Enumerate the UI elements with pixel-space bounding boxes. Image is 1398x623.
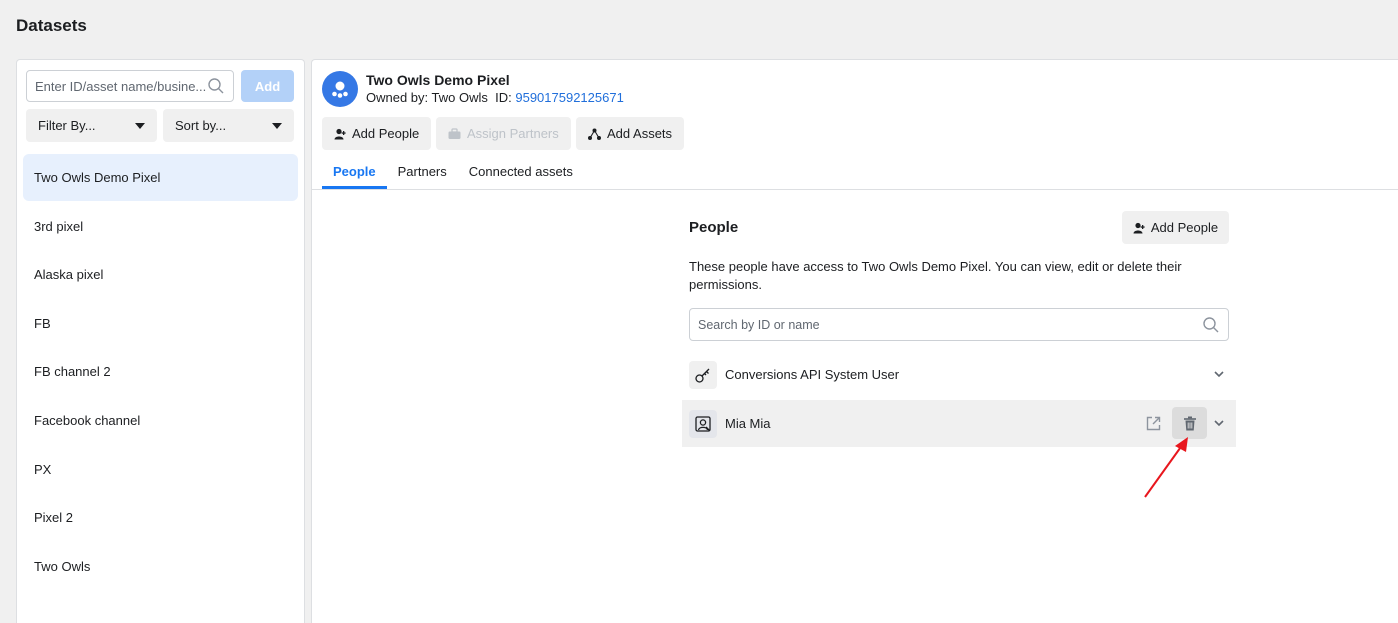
people-search-input[interactable] (698, 317, 1202, 332)
asset-list-item[interactable]: Two Owls (23, 543, 298, 590)
pixel-id-link[interactable]: 959017592125671 (515, 90, 623, 105)
search-icon (208, 78, 224, 94)
id-label: ID: (495, 90, 512, 105)
owner-info: Owned by: Two Owls ID: 959017592125671 (366, 90, 624, 105)
asset-list-item[interactable]: FB channel 2 (23, 348, 298, 395)
tab-partners[interactable]: Partners (387, 160, 458, 189)
annotation-arrow (1144, 437, 1188, 498)
add-assets-button[interactable]: Add Assets (576, 117, 685, 150)
briefcase-icon (448, 127, 461, 139)
add-people-label: Add People (352, 126, 420, 141)
search-icon (1203, 316, 1219, 332)
caret-down-icon (272, 122, 282, 129)
person-badge-icon (689, 409, 717, 438)
filter-dropdown-label: Filter By... (38, 118, 96, 133)
people-description: These people have access to Two Owls Dem… (689, 259, 1182, 292)
asset-list-item[interactable]: 3rd pixel (23, 203, 298, 250)
open-in-new-icon[interactable] (1145, 415, 1162, 432)
sort-dropdown-label: Sort by... (175, 118, 227, 133)
assign-partners-button[interactable]: Assign Partners (436, 117, 571, 150)
pixel-name: Two Owls Demo Pixel (366, 72, 510, 88)
asset-list-item[interactable]: Alaska pixel (23, 251, 298, 298)
asset-list-item[interactable]: Pixel 2 (23, 494, 298, 541)
owned-by-text: Owned by: Two Owls (366, 90, 488, 105)
asset-list-item[interactable]: FB (23, 300, 298, 347)
chevron-down-icon[interactable] (1212, 367, 1226, 381)
detail-tabs: People Partners Connected assets (322, 160, 584, 189)
add-people-button[interactable]: Add People (322, 117, 432, 150)
asset-detail-panel: Two Owls Demo Pixel Owned by: Two Owls I… (311, 59, 1398, 623)
tab-people[interactable]: People (322, 160, 387, 189)
person-name: Conversions API System User (725, 367, 900, 382)
pixel-icon (332, 81, 348, 98)
assets-icon (588, 128, 601, 140)
add-asset-button[interactable]: Add (241, 70, 294, 102)
asset-search-input[interactable] (35, 78, 207, 94)
asset-list-panel: Add Filter By... Sort by... Two Owls Dem… (16, 59, 305, 623)
asset-search-box[interactable] (26, 70, 234, 102)
caret-down-icon (135, 122, 145, 129)
assign-partners-label: Assign Partners (467, 126, 559, 141)
people-search-box[interactable] (689, 308, 1229, 341)
asset-list-item[interactable]: Facebook channel (23, 397, 298, 444)
add-person-icon (1133, 222, 1145, 233)
pixel-avatar (322, 71, 358, 107)
person-row[interactable]: Conversions API System User (682, 351, 1236, 398)
add-person-icon (334, 128, 346, 139)
asset-list-item[interactable]: PX (23, 446, 298, 493)
person-name: Mia Mia (725, 416, 771, 431)
asset-list: Two Owls Demo Pixel 3rd pixel Alaska pix… (23, 154, 298, 591)
filter-dropdown[interactable]: Filter By... (26, 109, 157, 142)
people-section-title: People (689, 219, 739, 236)
tab-connected-assets[interactable]: Connected assets (458, 160, 584, 189)
key-icon (689, 360, 717, 389)
add-assets-label: Add Assets (607, 126, 673, 141)
tab-divider (312, 189, 1398, 190)
asset-list-item[interactable]: Two Owls Demo Pixel (23, 154, 298, 201)
people-add-label: Add People (1150, 220, 1219, 235)
chevron-down-icon[interactable] (1212, 416, 1226, 430)
people-add-button[interactable]: Add People (1122, 211, 1229, 244)
trash-icon (1183, 416, 1196, 430)
page-title: Datasets (16, 16, 87, 35)
sort-dropdown[interactable]: Sort by... (163, 109, 294, 142)
